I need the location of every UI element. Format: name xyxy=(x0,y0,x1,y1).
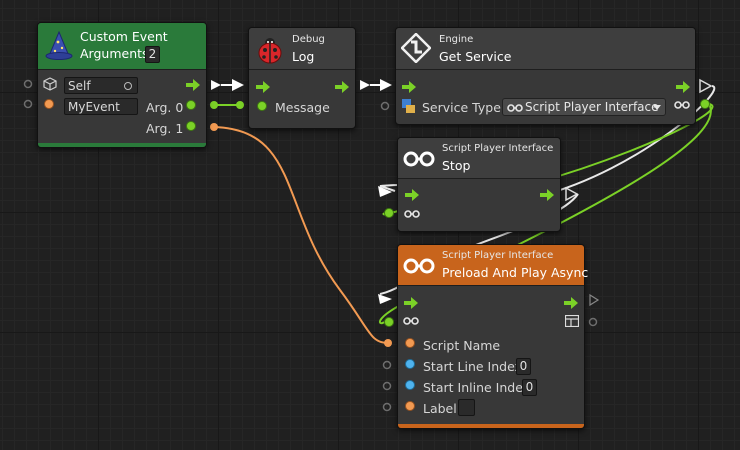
interface-link-icon xyxy=(507,104,523,112)
stop-title: Stop xyxy=(442,158,471,173)
preload-play-header[interactable]: Script Player Interface Preload And Play… xyxy=(398,245,588,286)
get-service-flow-out-icon[interactable] xyxy=(676,78,690,93)
arg1-label: Arg. 1 xyxy=(146,121,184,136)
interface-link-icon xyxy=(403,258,435,274)
interface-link-icon xyxy=(403,317,419,325)
get-service-category: Engine xyxy=(439,34,474,45)
get-service-node[interactable]: Engine Get Service Service Type Script P… xyxy=(395,27,696,125)
start-inline-field[interactable]: 0 xyxy=(522,379,537,396)
stop-flow-out-icon[interactable] xyxy=(540,186,554,201)
get-service-title: Get Service xyxy=(439,49,512,64)
event-name-port[interactable] xyxy=(44,99,54,109)
debug-log-title: Log xyxy=(292,49,315,64)
label-field[interactable] xyxy=(458,399,475,416)
preload-play-title: Preload And Play Async xyxy=(442,265,589,280)
service-type-label: Service Type xyxy=(422,100,501,115)
preload-play-target-port[interactable] xyxy=(384,317,394,327)
custom-event-header[interactable]: Custom Event Arguments 2 xyxy=(38,23,206,70)
stop-category: Script Player Interface xyxy=(442,143,554,154)
custom-event-node[interactable]: Custom Event Arguments 2 Self MyEvent Ar… xyxy=(37,22,207,148)
preload-play-flow-in-icon[interactable] xyxy=(404,294,418,309)
interface-link-icon xyxy=(404,210,420,218)
arg0-port[interactable] xyxy=(186,100,196,110)
debug-log-category: Debug xyxy=(292,34,325,45)
custom-event-footer xyxy=(38,143,206,147)
custom-event-flow-out-icon[interactable] xyxy=(186,76,200,91)
start-inline-label: Start Inline Index xyxy=(423,380,531,395)
event-name-field[interactable]: MyEvent xyxy=(64,98,138,115)
label-port[interactable] xyxy=(405,401,415,411)
chevron-down-icon xyxy=(653,105,661,110)
start-line-field[interactable]: 0 xyxy=(516,358,531,375)
script-name-label: Script Name xyxy=(423,338,501,353)
wizard-hat-icon xyxy=(45,30,73,60)
target-field[interactable]: Self xyxy=(64,77,138,94)
debug-log-header[interactable]: Debug Log xyxy=(249,28,355,70)
debug-log-flow-out-icon[interactable] xyxy=(335,78,349,93)
custom-event-title: Custom Event xyxy=(80,29,168,44)
get-service-header[interactable]: Engine Get Service xyxy=(396,28,695,70)
target-value: Self xyxy=(68,79,91,93)
type-icon xyxy=(402,99,415,113)
cube-icon xyxy=(43,77,57,91)
debug-log-flow-in-icon[interactable] xyxy=(256,78,270,93)
arg0-label: Arg. 0 xyxy=(146,100,184,115)
interface-link-icon xyxy=(403,151,435,167)
get-service-flow-in-icon[interactable] xyxy=(402,78,416,93)
stop-node[interactable]: Script Player Interface Stop xyxy=(397,137,561,232)
arg1-port[interactable] xyxy=(186,121,196,131)
object-picker-icon[interactable] xyxy=(124,82,132,90)
arguments-label: Arguments xyxy=(80,46,149,61)
stop-flow-in-icon[interactable] xyxy=(405,186,419,201)
message-label: Message xyxy=(275,100,330,115)
service-type-dropdown[interactable]: Script Player Interface xyxy=(502,98,666,116)
stop-target-port[interactable] xyxy=(384,208,394,218)
arguments-count-field[interactable]: 2 xyxy=(145,46,160,63)
preload-play-node[interactable]: Script Player Interface Preload And Play… xyxy=(397,244,588,429)
engine-icon xyxy=(401,33,431,63)
ladybug-icon xyxy=(258,38,282,64)
interface-link-icon xyxy=(674,101,690,109)
preload-play-footer xyxy=(398,424,584,428)
message-port[interactable] xyxy=(257,101,267,111)
preload-play-flow-out-icon[interactable] xyxy=(564,294,578,309)
start-inline-port[interactable] xyxy=(405,380,415,390)
service-type-value: Script Player Interface xyxy=(525,100,659,114)
preload-play-category: Script Player Interface xyxy=(442,250,554,261)
start-line-port[interactable] xyxy=(405,359,415,369)
debug-log-node[interactable]: Debug Log Message xyxy=(248,27,356,129)
script-name-port[interactable] xyxy=(405,338,415,348)
layout-icon xyxy=(565,315,579,327)
start-line-label: Start Line Index xyxy=(423,359,522,374)
service-output-port[interactable] xyxy=(700,99,710,109)
label-label: Label xyxy=(423,401,457,416)
stop-header[interactable]: Script Player Interface Stop xyxy=(398,138,560,179)
